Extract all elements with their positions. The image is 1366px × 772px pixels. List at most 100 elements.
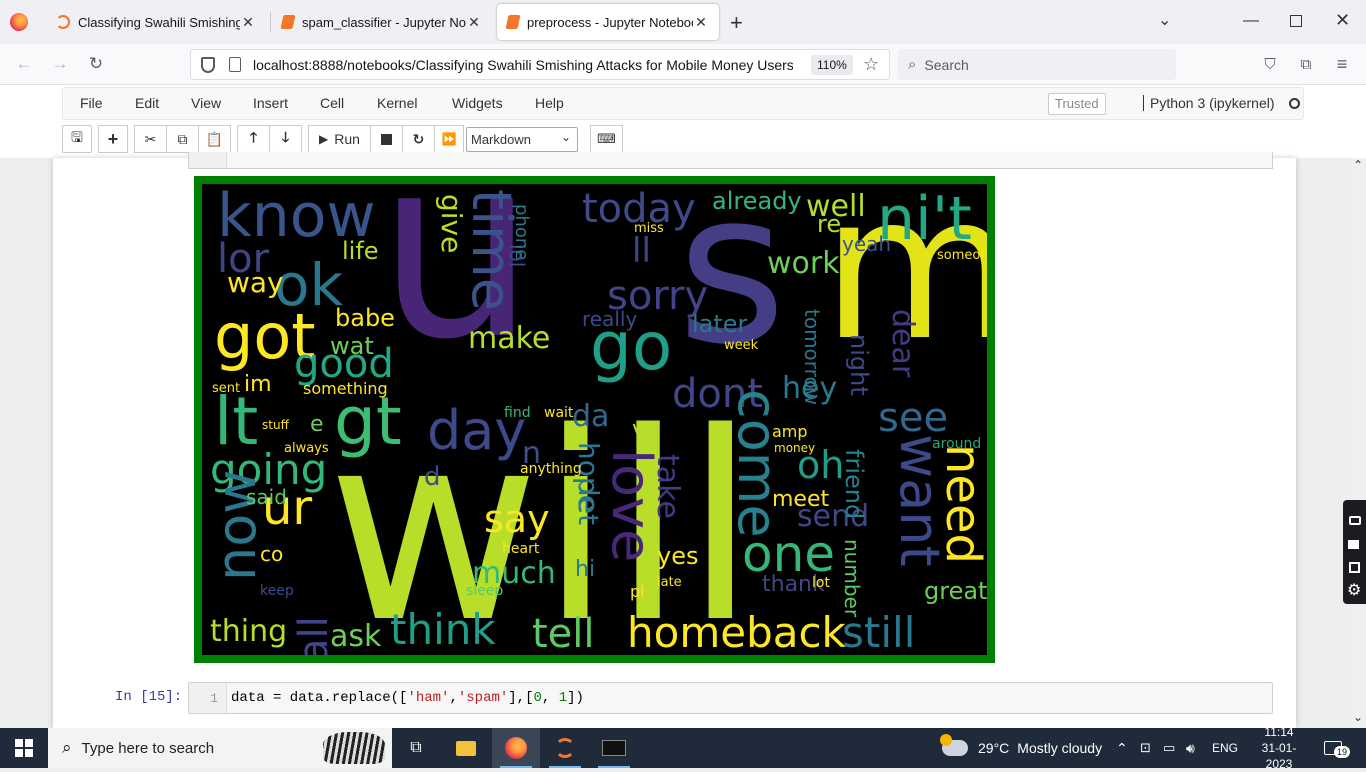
window-close-button[interactable]: ✕: [1335, 10, 1350, 31]
new-tab-button[interactable]: +: [730, 10, 743, 36]
page-icon[interactable]: [229, 57, 241, 72]
command-palette-button[interactable]: ⌨: [590, 125, 623, 153]
task-view-button[interactable]: ⧉: [392, 728, 440, 768]
cell-type-select[interactable]: Markdown ⌄: [466, 127, 578, 152]
notification-center-icon[interactable]: 19: [1324, 728, 1351, 768]
notebook-icon: [505, 15, 521, 29]
wordcloud-word: around: [932, 436, 982, 452]
zoom-indicator[interactable]: 110%: [811, 55, 853, 75]
minimize-button[interactable]: —: [1243, 12, 1259, 30]
reload-icon[interactable]: ↻: [84, 52, 108, 76]
menu-help[interactable]: Help: [535, 95, 564, 111]
wordcloud-word: think: [390, 605, 496, 654]
window-capture-icon[interactable]: [1349, 562, 1360, 573]
pocket-icon[interactable]: ⛉: [1258, 52, 1282, 76]
menu-insert[interactable]: Insert: [253, 95, 288, 111]
search-placeholder: Search: [924, 56, 969, 73]
wordcloud-word: say: [484, 497, 550, 541]
file-explorer-button[interactable]: [442, 728, 490, 768]
jupyter-taskbar-button[interactable]: [541, 728, 589, 768]
restart-button[interactable]: ↻: [402, 125, 435, 153]
search-bar[interactable]: ⌕ Search: [898, 49, 1176, 80]
wordcloud-word: always: [284, 441, 329, 456]
wordcloud-word: wat: [330, 332, 374, 360]
zebra-illustration-icon: [323, 732, 385, 764]
menu-cell[interactable]: Cell: [320, 95, 344, 111]
code-line[interactable]: data = data.replace(['ham','spam'],[0, 1…: [231, 690, 584, 706]
wordcloud-word: miss: [634, 221, 664, 236]
firefox-taskbar-button[interactable]: [492, 728, 540, 768]
menu-widgets[interactable]: Widgets: [452, 95, 503, 111]
back-icon[interactable]: ←: [12, 52, 36, 76]
code-cell[interactable]: In [15]: 1 data = data.replace(['ham','s…: [53, 680, 1296, 716]
trusted-badge[interactable]: Trusted: [1048, 93, 1106, 115]
wordcloud-word: meet: [772, 487, 830, 512]
insert-cell-button[interactable]: +: [98, 125, 128, 153]
code-token: ]): [567, 690, 584, 706]
list-tabs-icon[interactable]: ⌄: [1158, 10, 1171, 30]
menu-edit[interactable]: Edit: [135, 95, 159, 111]
bookmark-star-icon[interactable]: ☆: [863, 54, 879, 75]
move-down-button[interactable]: 🡓: [269, 125, 302, 153]
menu-kernel[interactable]: Kernel: [377, 95, 417, 111]
scroll-up-icon[interactable]: ⌃: [1353, 158, 1363, 172]
taskbar-search-box[interactable]: ⌕ Type here to search: [48, 728, 392, 768]
wordcloud-word: phone: [511, 204, 532, 261]
language-indicator[interactable]: ENG: [1212, 728, 1238, 768]
terminal-icon: [602, 740, 626, 756]
wordcloud-word: wait: [544, 405, 574, 421]
save-button[interactable]: 🖫: [62, 125, 92, 153]
close-icon[interactable]: ✕: [466, 14, 482, 31]
url-bar[interactable]: localhost:8888/notebooks/Classifying Swa…: [190, 49, 890, 80]
wordcloud-word: hi: [575, 557, 596, 582]
video-icon[interactable]: [1348, 540, 1359, 549]
close-icon[interactable]: ✕: [693, 14, 709, 31]
extensions-icon[interactable]: ⧉: [1294, 52, 1318, 76]
cut-button[interactable]: ✂: [134, 125, 167, 153]
restart-run-all-button[interactable]: ⏩: [434, 125, 464, 153]
firefox-menu-icon[interactable]: [10, 13, 28, 31]
settings-gear-icon[interactable]: ⚙: [1347, 580, 1361, 600]
scrollbar[interactable]: ⌃ ⌄: [1350, 158, 1366, 728]
start-button[interactable]: [0, 728, 48, 768]
search-icon: ⌕: [62, 738, 72, 757]
restore-button[interactable]: [1290, 15, 1302, 27]
tab-preprocess[interactable]: preprocess - Jupyter Notebook ✕: [497, 4, 719, 40]
weather-widget[interactable]: 29°C Mostly cloudy: [940, 728, 1102, 768]
shield-icon[interactable]: [201, 56, 215, 73]
folder-icon: [456, 740, 476, 756]
wordcloud-word: anything: [520, 461, 582, 477]
tab-classifying[interactable]: Classifying Swahili Smishing Att ✕: [46, 4, 266, 40]
wordcloud-word: amp: [772, 422, 808, 441]
battery-icon[interactable]: ▭: [1163, 728, 1175, 768]
move-up-button[interactable]: 🡑: [237, 125, 270, 153]
menu-file[interactable]: File: [80, 95, 103, 111]
volume-icon[interactable]: 🔊︎: [1186, 728, 1195, 768]
terminal-taskbar-button[interactable]: [590, 728, 638, 768]
firefox-icon: [505, 737, 527, 759]
camera-icon[interactable]: [1349, 516, 1361, 525]
interrupt-button[interactable]: [370, 125, 403, 153]
clock[interactable]: 11:14 31-01-2023: [1250, 725, 1308, 771]
show-hidden-icons-icon[interactable]: ⌃: [1116, 728, 1128, 768]
wordcloud-word: ni't: [877, 184, 972, 254]
code-token: 'ham': [407, 690, 450, 706]
forward-icon[interactable]: →: [48, 52, 72, 76]
previous-code-cell[interactable]: [188, 152, 1273, 169]
close-icon[interactable]: ✕: [240, 14, 256, 31]
copy-button[interactable]: ⧉: [166, 125, 199, 153]
scroll-down-icon[interactable]: ⌄: [1353, 710, 1363, 724]
paste-button[interactable]: 📋: [198, 125, 231, 153]
run-button[interactable]: ▶ Run: [308, 125, 371, 153]
menu-view[interactable]: View: [191, 95, 221, 111]
tab-spam-classifier[interactable]: spam_classifier - Jupyter Notebo ✕: [272, 4, 492, 40]
wordcloud-word: late: [657, 575, 682, 590]
wordcloud-word: re: [817, 210, 842, 238]
network-icon[interactable]: ⊡: [1140, 728, 1151, 768]
wordcloud-word: later: [692, 310, 748, 338]
url-text[interactable]: localhost:8888/notebooks/Classifying Swa…: [253, 57, 793, 73]
kernel-name[interactable]: Python 3 (ipykernel): [1143, 95, 1275, 111]
hamburger-menu-icon[interactable]: ≡: [1330, 52, 1354, 76]
search-icon: ⌕: [908, 56, 917, 73]
code-editor[interactable]: 1 data = data.replace(['ham','spam'],[0,…: [188, 682, 1273, 714]
